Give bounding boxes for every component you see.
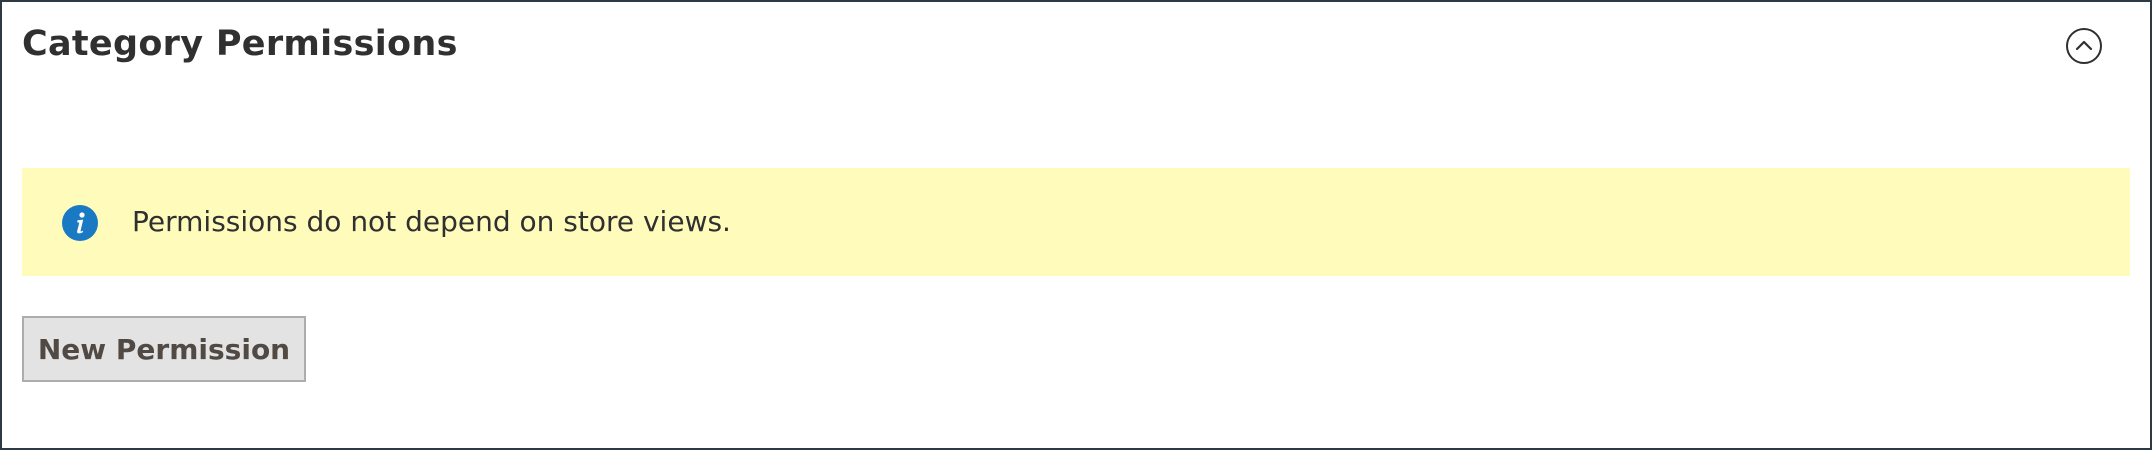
collapse-section-button[interactable]	[2066, 28, 2102, 64]
info-message-text: Permissions do not depend on store views…	[132, 205, 731, 238]
info-message: Permissions do not depend on store views…	[22, 168, 2130, 276]
category-permissions-panel: Category Permissions Permissions do not …	[0, 0, 2152, 450]
chevron-up-icon	[2075, 40, 2093, 51]
info-icon	[62, 205, 98, 241]
new-permission-button[interactable]: New Permission	[22, 316, 306, 382]
section-title: Category Permissions	[22, 24, 458, 64]
